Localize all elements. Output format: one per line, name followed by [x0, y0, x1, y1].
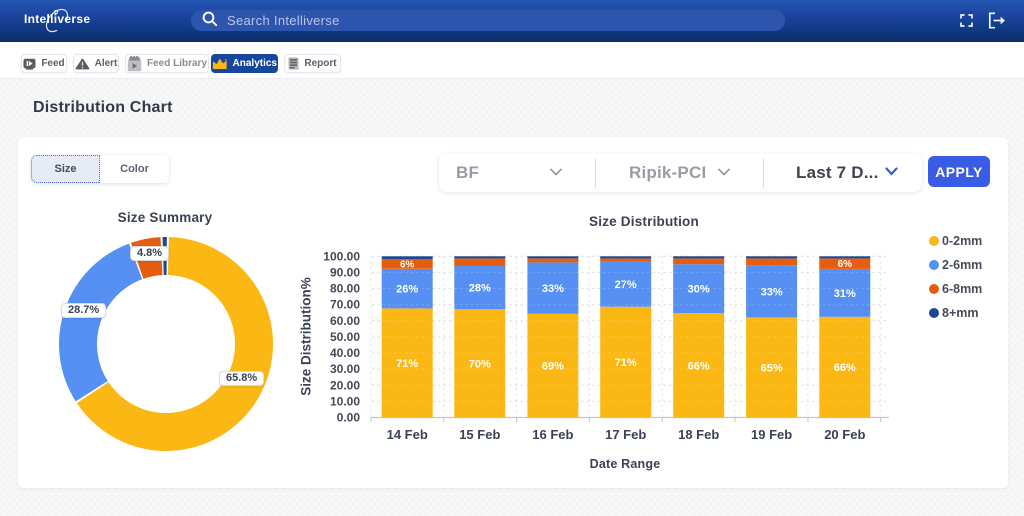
svg-text:14 Feb: 14 Feb — [387, 427, 428, 442]
svg-text:100.00: 100.00 — [323, 249, 360, 263]
svg-text:17 Feb: 17 Feb — [605, 427, 646, 442]
svg-text:70%: 70% — [469, 358, 491, 370]
svg-text:71%: 71% — [615, 357, 637, 369]
svg-text:6%: 6% — [400, 260, 415, 271]
svg-text:16 Feb: 16 Feb — [532, 427, 573, 442]
svg-text:30.00: 30.00 — [330, 362, 360, 376]
svg-text:15 Feb: 15 Feb — [459, 427, 500, 442]
svg-text:0.00: 0.00 — [337, 411, 361, 425]
svg-text:70.00: 70.00 — [330, 298, 360, 312]
svg-text:40.00: 40.00 — [330, 346, 360, 360]
svg-text:27%: 27% — [615, 279, 637, 291]
svg-text:71%: 71% — [396, 358, 418, 370]
svg-text:66%: 66% — [688, 360, 710, 372]
svg-text:26%: 26% — [396, 284, 418, 296]
svg-text:33%: 33% — [761, 286, 783, 298]
svg-text:80.00: 80.00 — [330, 282, 360, 296]
svg-text:66%: 66% — [834, 362, 856, 374]
svg-text:31%: 31% — [834, 288, 856, 300]
svg-text:69%: 69% — [542, 361, 564, 373]
svg-text:28%: 28% — [469, 283, 491, 295]
svg-text:30%: 30% — [688, 284, 710, 296]
svg-text:50.00: 50.00 — [330, 330, 360, 344]
svg-text:60.00: 60.00 — [330, 314, 360, 328]
svg-text:20 Feb: 20 Feb — [824, 427, 865, 442]
svg-text:6%: 6% — [838, 259, 853, 270]
svg-text:10.00: 10.00 — [330, 394, 360, 408]
svg-text:33%: 33% — [542, 283, 564, 295]
svg-text:65%: 65% — [761, 362, 783, 374]
svg-text:20.00: 20.00 — [330, 378, 360, 392]
svg-text:19 Feb: 19 Feb — [751, 427, 792, 442]
svg-text:18 Feb: 18 Feb — [678, 427, 719, 442]
svg-text:90.00: 90.00 — [330, 265, 360, 279]
